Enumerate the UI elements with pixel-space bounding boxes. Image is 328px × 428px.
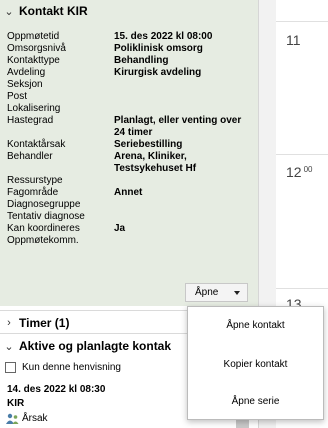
kir-section: ⌄ Kontakt KIR Oppmøtetid 15. des 2022 kl … <box>0 0 258 306</box>
kir-detail-value <box>114 79 252 91</box>
open-dropdown-button[interactable]: Åpne <box>185 283 248 302</box>
kir-detail-value: 15. des 2022 kl 08:00 <box>114 31 213 42</box>
scroll-marker <box>236 420 249 428</box>
kir-detail-value <box>114 103 252 115</box>
kir-detail-value: Seriebestilling <box>114 139 183 150</box>
chevron-down-icon[interactable]: ⌄ <box>4 5 14 18</box>
kir-detail-label <box>7 127 114 139</box>
kir-detail-value: Behandling <box>114 55 169 66</box>
kir-detail-row: Kan koordineres Ja <box>7 223 252 235</box>
kir-detail-value <box>114 211 252 223</box>
kir-detail-label: Hastegrad <box>7 115 54 126</box>
kir-detail-label: Avdeling <box>7 67 46 78</box>
aktive-section-header[interactable]: ⌄ Aktive og planlagte kontak <box>4 339 171 353</box>
calendar-hour-12: 12 00 <box>286 164 313 180</box>
kir-detail-row: Kontaktårsak Seriebestilling <box>7 139 252 151</box>
kir-detail-row: Oppmøtetid 15. des 2022 kl 08:00 <box>7 31 252 43</box>
contact-entry-type[interactable]: KIR <box>7 398 24 409</box>
users-icon <box>6 413 19 424</box>
checkbox-label: Kun denne henvisning <box>22 362 121 373</box>
kir-detail-value: Testsykehuset Hf <box>114 163 197 174</box>
kir-detail-value <box>114 235 252 247</box>
kir-detail-label: Fagområde <box>7 187 59 198</box>
kir-detail-row: Kontakttype Behandling <box>7 55 252 67</box>
kir-detail-value <box>114 91 252 103</box>
kir-detail-value: Kirurgisk avdeling <box>114 67 202 78</box>
kir-section-title: Kontakt KIR <box>19 4 88 18</box>
contact-entry-reason: Årsak <box>22 413 48 424</box>
kir-detail-row: Oppmøtekomm. <box>7 235 252 247</box>
calendar-minutes-label: 00 <box>303 165 313 174</box>
kir-detail-row: Avdeling Kirurgisk avdeling <box>7 67 252 79</box>
kir-details: Oppmøtetid 15. des 2022 kl 08:00 Omsorgsni… <box>7 31 252 247</box>
kir-detail-row: Ressurstype <box>7 175 252 187</box>
kir-detail-value <box>114 199 252 211</box>
timer-section-title: Timer (1) <box>19 316 70 330</box>
chevron-right-icon[interactable]: › <box>4 317 14 329</box>
kir-detail-label: Post <box>7 91 28 102</box>
kir-detail-value: Planlagt, eller venting over <box>114 115 242 126</box>
chevron-down-icon[interactable]: ⌄ <box>4 340 14 353</box>
dropdown-arrow-icon <box>234 290 240 295</box>
kir-detail-label: Behandler <box>7 151 53 162</box>
menu-item-kopier-kontakt[interactable]: Kopier kontakt <box>188 357 323 373</box>
kir-detail-label: Kan koordineres <box>7 223 80 234</box>
kir-section-header[interactable]: ⌄ Kontakt KIR <box>4 4 88 18</box>
kir-detail-row: Tentativ diagnose <box>7 211 252 223</box>
kir-detail-label: Tentativ diagnose <box>7 211 85 222</box>
kir-detail-label <box>7 163 114 175</box>
kir-detail-row: Behandler Arena, Kliniker, <box>7 151 252 163</box>
open-dropdown-menu: Åpne kontakt Kopier kontakt Åpne serie <box>187 306 324 420</box>
kir-detail-label: Oppmøtekomm. <box>7 235 79 246</box>
kir-detail-value: 24 timer <box>114 127 153 138</box>
kir-detail-row: Seksjon <box>7 79 252 91</box>
calendar-hour-line <box>276 154 328 155</box>
kir-detail-row: Post <box>7 91 252 103</box>
open-button-label: Åpne <box>195 287 219 298</box>
kir-detail-row: Lokalisering <box>7 103 252 115</box>
aktive-section-title: Aktive og planlagte kontak <box>19 339 172 353</box>
kir-detail-row: Omsorgsnivå Poliklinisk omsorg <box>7 43 252 55</box>
kir-detail-row: 24 timer <box>7 127 252 139</box>
contact-entry-date[interactable]: 14. des 2022 kl 08:30 <box>7 384 105 395</box>
kir-detail-value: Annet <box>114 187 143 198</box>
kir-detail-value: Ja <box>114 223 126 234</box>
kir-detail-label: Diagnosegruppe <box>7 199 81 210</box>
calendar-hour-12-label: 12 <box>286 164 302 180</box>
timer-section-header[interactable]: › Timer (1) <box>4 316 69 330</box>
kir-detail-label: Seksjon <box>7 79 43 90</box>
menu-item-apne-serie[interactable]: Åpne serie <box>188 394 323 410</box>
kir-detail-row: Diagnosegruppe <box>7 199 252 211</box>
kir-detail-label: Ressurstype <box>7 175 63 186</box>
calendar-hour-line <box>276 288 328 289</box>
kir-detail-row: Fagområde Annet <box>7 187 252 199</box>
kir-detail-row: Testsykehuset Hf <box>7 163 252 175</box>
kun-denne-henvisning-checkbox[interactable] <box>5 362 16 373</box>
kir-detail-value <box>114 175 252 187</box>
calendar-hour-11: 11 <box>286 32 301 48</box>
kir-detail-value: Poliklinisk omsorg <box>114 43 203 54</box>
kir-detail-value: Arena, Kliniker, <box>114 151 187 162</box>
calendar-hour-line <box>276 21 328 22</box>
kir-detail-label: Omsorgsnivå <box>7 43 66 54</box>
kir-detail-label: Kontaktårsak <box>7 139 66 150</box>
menu-item-apne-kontakt[interactable]: Åpne kontakt <box>188 318 323 334</box>
kir-detail-label: Lokalisering <box>7 103 61 114</box>
kir-detail-label: Oppmøtetid <box>7 31 60 42</box>
kir-detail-label: Kontakttype <box>7 55 60 66</box>
kir-detail-row: Hastegrad Planlagt, eller venting over <box>7 115 252 127</box>
